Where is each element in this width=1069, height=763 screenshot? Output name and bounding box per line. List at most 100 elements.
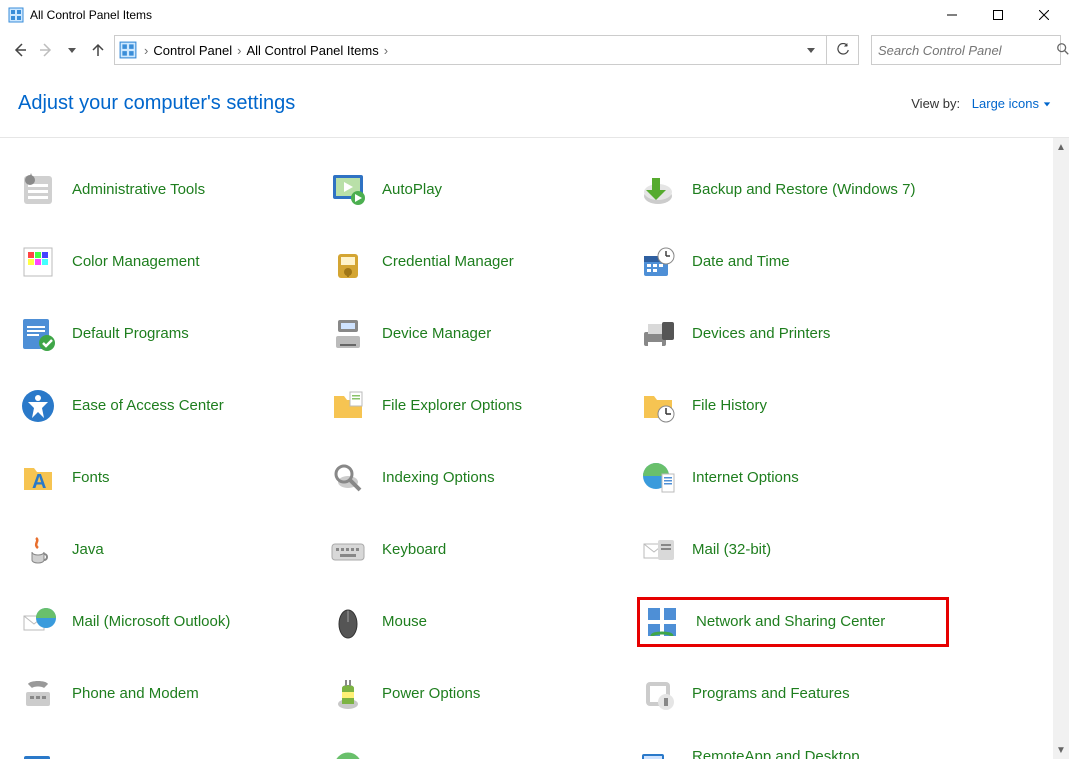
refresh-button[interactable] xyxy=(827,35,859,65)
item-label: Recovery xyxy=(72,757,135,759)
chevron-right-icon[interactable]: › xyxy=(381,43,391,58)
control-panel-item-keyboard[interactable]: Keyboard xyxy=(328,526,638,574)
color-mgmt-icon xyxy=(18,242,58,282)
programs-features-icon xyxy=(638,674,678,714)
item-label: Network and Sharing Center xyxy=(696,613,885,631)
control-panel-item-mail[interactable]: Mail (32-bit) xyxy=(638,526,948,574)
page-header: Adjust your computer's settings View by:… xyxy=(0,70,1069,138)
item-label: AutoPlay xyxy=(382,181,442,199)
recent-locations-dropdown[interactable] xyxy=(60,38,84,62)
item-label: Mail (32-bit) xyxy=(692,541,771,559)
fonts-icon xyxy=(18,458,58,498)
search-input[interactable] xyxy=(878,43,1056,58)
item-label: Phone and Modem xyxy=(72,685,199,703)
ease-of-access-icon xyxy=(18,386,58,426)
item-label: Ease of Access Center xyxy=(72,397,224,415)
item-label: Power Options xyxy=(382,685,480,703)
control-panel-item-color-mgmt[interactable]: Color Management xyxy=(18,238,328,286)
backup-icon xyxy=(638,170,678,210)
control-panel-item-autoplay[interactable]: AutoPlay xyxy=(328,166,638,214)
control-panel-item-internet-options[interactable]: Internet Options xyxy=(638,454,948,502)
control-panel-item-device-manager[interactable]: Device Manager xyxy=(328,310,638,358)
item-label: Fonts xyxy=(72,469,110,487)
item-label: Color Management xyxy=(72,253,200,271)
chevron-right-icon[interactable]: › xyxy=(141,43,151,58)
item-label: Mouse xyxy=(382,613,427,631)
control-panel-item-fonts[interactable]: Fonts xyxy=(18,454,328,502)
control-panel-item-indexing[interactable]: Indexing Options xyxy=(328,454,638,502)
control-panel-item-file-explorer-options[interactable]: File Explorer Options xyxy=(328,382,638,430)
address-dropdown[interactable] xyxy=(800,43,822,58)
file-history-icon xyxy=(638,386,678,426)
item-label: Device Manager xyxy=(382,325,491,343)
control-panel-item-devices-printers[interactable]: Devices and Printers xyxy=(638,310,948,358)
control-panel-item-remoteapp[interactable]: RemoteApp and Desktop Connections xyxy=(638,742,948,759)
forward-button[interactable] xyxy=(34,38,58,62)
window-title: All Control Panel Items xyxy=(30,8,152,22)
maximize-button[interactable] xyxy=(975,0,1021,30)
chevron-right-icon[interactable]: › xyxy=(234,43,244,58)
titlebar: All Control Panel Items xyxy=(0,0,1069,30)
region-icon xyxy=(328,746,368,759)
scroll-up-button[interactable]: ▲ xyxy=(1053,138,1069,156)
credential-icon xyxy=(328,242,368,282)
item-label: Indexing Options xyxy=(382,469,495,487)
control-panel-app-icon xyxy=(8,7,24,23)
indexing-icon xyxy=(328,458,368,498)
control-panel-icon xyxy=(119,41,137,59)
control-panel-item-admin-tools[interactable]: Administrative Tools xyxy=(18,166,328,214)
recovery-icon xyxy=(18,746,58,759)
control-panel-item-ease-of-access[interactable]: Ease of Access Center xyxy=(18,382,328,430)
control-panel-items-area: Administrative Tools AutoPlay Backup and R… xyxy=(0,138,1053,759)
back-button[interactable] xyxy=(8,38,32,62)
mouse-icon xyxy=(328,602,368,642)
breadcrumb-control-panel[interactable]: Control Panel xyxy=(151,36,234,64)
control-panel-item-file-history[interactable]: File History xyxy=(638,382,948,430)
admin-tools-icon xyxy=(18,170,58,210)
search-box[interactable] xyxy=(871,35,1061,65)
item-label: RemoteApp and Desktop Connections xyxy=(692,748,938,759)
keyboard-icon xyxy=(328,530,368,570)
control-panel-item-java[interactable]: Java xyxy=(18,526,328,574)
control-panel-item-credential[interactable]: Credential Manager xyxy=(328,238,638,286)
file-explorer-options-icon xyxy=(328,386,368,426)
java-icon xyxy=(18,530,58,570)
control-panel-item-region[interactable]: Region xyxy=(328,742,638,759)
control-panel-item-date-time[interactable]: Date and Time xyxy=(638,238,948,286)
control-panel-item-programs-features[interactable]: Programs and Features xyxy=(638,670,948,718)
item-label: Internet Options xyxy=(692,469,799,487)
internet-options-icon xyxy=(638,458,678,498)
view-mode-dropdown[interactable]: Large icons xyxy=(972,96,1051,111)
up-button[interactable] xyxy=(86,38,110,62)
control-panel-item-mouse[interactable]: Mouse xyxy=(328,598,638,646)
remoteapp-icon xyxy=(638,746,678,759)
control-panel-item-mail-outlook[interactable]: Mail (Microsoft Outlook) xyxy=(18,598,328,646)
scroll-down-button[interactable]: ▼ xyxy=(1053,741,1069,759)
view-by-label: View by: Large icons xyxy=(911,96,1051,111)
control-panel-item-network-sharing[interactable]: Network and Sharing Center xyxy=(638,598,948,646)
control-panel-item-backup[interactable]: Backup and Restore (Windows 7) xyxy=(638,166,948,214)
minimize-button[interactable] xyxy=(929,0,975,30)
devices-printers-icon xyxy=(638,314,678,354)
item-label: Java xyxy=(72,541,104,559)
phone-modem-icon xyxy=(18,674,58,714)
item-label: Programs and Features xyxy=(692,685,850,703)
item-label: Keyboard xyxy=(382,541,446,559)
device-manager-icon xyxy=(328,314,368,354)
page-title: Adjust your computer's settings xyxy=(18,92,295,115)
item-label: Region xyxy=(382,757,430,759)
control-panel-item-power-options[interactable]: Power Options xyxy=(328,670,638,718)
control-panel-item-phone-modem[interactable]: Phone and Modem xyxy=(18,670,328,718)
default-programs-icon xyxy=(18,314,58,354)
item-label: File History xyxy=(692,397,767,415)
vertical-scrollbar[interactable]: ▲ ▼ xyxy=(1053,138,1069,759)
address-bar[interactable]: › Control Panel › All Control Panel Item… xyxy=(114,35,827,65)
mail-outlook-icon xyxy=(18,602,58,642)
item-label: Devices and Printers xyxy=(692,325,830,343)
search-icon[interactable] xyxy=(1056,42,1069,59)
control-panel-item-default-programs[interactable]: Default Programs xyxy=(18,310,328,358)
control-panel-item-recovery[interactable]: Recovery xyxy=(18,742,328,759)
breadcrumb-all-items[interactable]: All Control Panel Items xyxy=(244,36,380,64)
close-button[interactable] xyxy=(1021,0,1067,30)
item-label: Backup and Restore (Windows 7) xyxy=(692,181,915,199)
